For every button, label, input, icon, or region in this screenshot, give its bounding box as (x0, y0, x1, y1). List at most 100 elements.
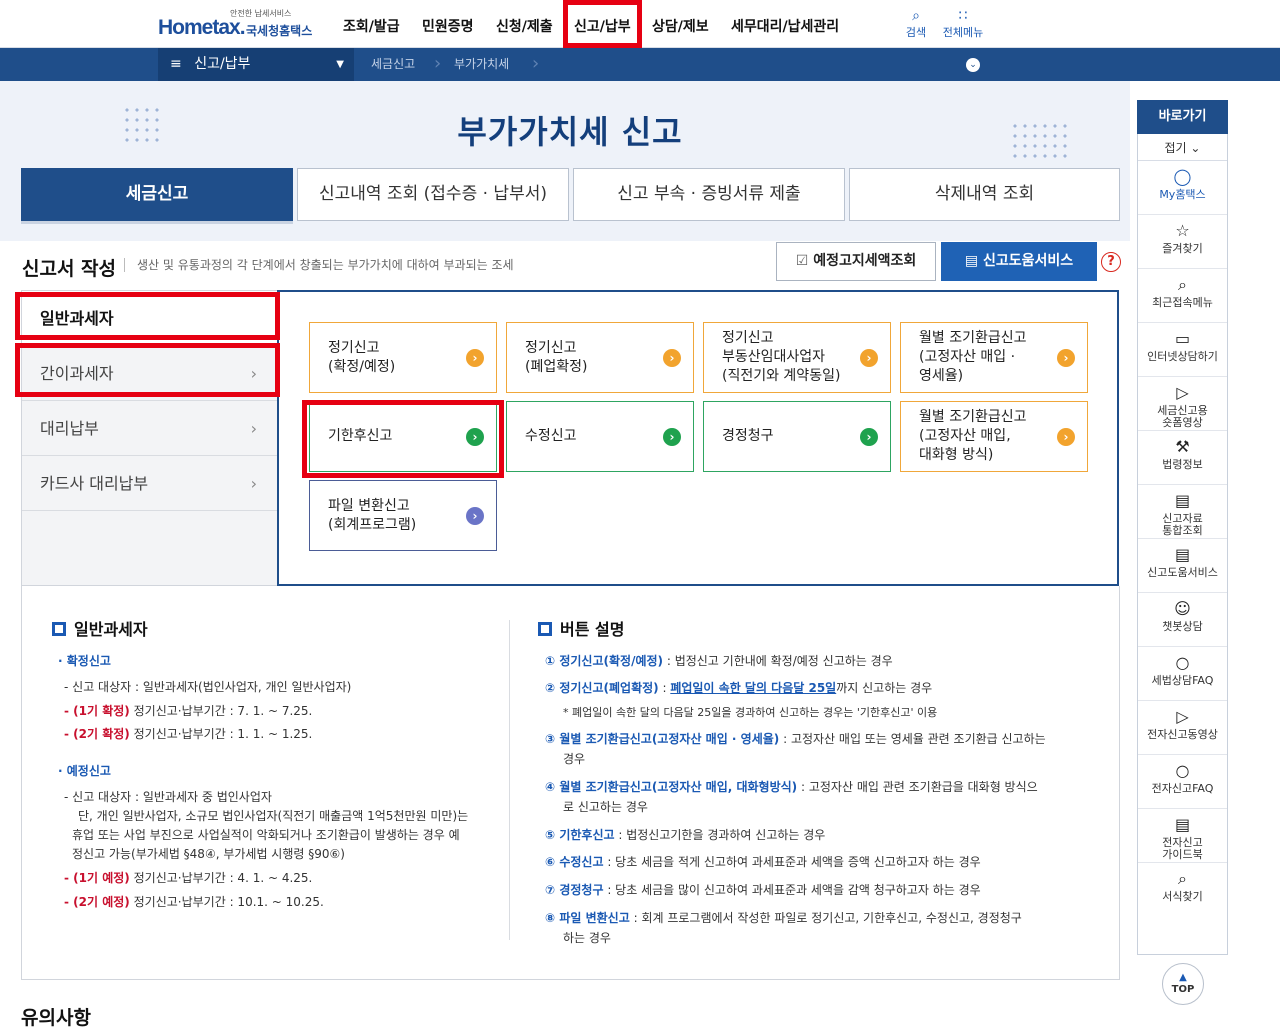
quick-recent-menu[interactable]: ⌕ 최근접속메뉴 (1138, 269, 1227, 323)
desc-item-5: ⑤ 기한후신고 : 법정신고기한을 경과하여 신고하는 경우 (545, 828, 826, 842)
quick-data-inquiry[interactable]: ▤ 신고자료 통합조회 (1138, 485, 1227, 539)
card-monthly-refund-report[interactable]: 월별 조기환급신고 (고정자산 매입 · 영세율) › (900, 322, 1088, 393)
nav-label: 카드사 대리납부 (40, 474, 149, 493)
confirm-target: - 신고 대상자 : 일반과세자(법인사업자, 개인 일반사업자) (64, 680, 352, 694)
desc-item-8: ⑧ 파일 변환신고 : 회계 프로그램에서 작성한 파일로 정기신고, 기한후신… (545, 911, 1022, 925)
card-line: 월별 조기환급신고 (919, 330, 1027, 346)
button-description-heading: 버튼 설명 (538, 616, 624, 640)
nav-proxy-payment[interactable]: 대리납부 › (22, 401, 279, 456)
search-icon: ⌕ (1178, 869, 1187, 888)
highlight-general-taxpayer (15, 292, 280, 340)
hometax-logo[interactable]: 안전한 납세서비스 Hometax. 국세청홈택스 (158, 8, 318, 42)
all-menu-button[interactable]: ∷ 전체메뉴 (940, 8, 986, 40)
line-text: 정기신고·납부기간 : 4. 1. ~ 4.25. (133, 871, 313, 885)
card-line: 수정신고 (525, 428, 577, 444)
card-line: (폐업확정) (525, 358, 588, 375)
book-icon: ▤ (1174, 545, 1191, 564)
sub-navigation: ≡ 신고/납부 ▼ 세금신고 › 부가가치세 › ⌄ (0, 48, 1280, 81)
card-amended-report[interactable]: 수정신고 › (506, 401, 694, 472)
card-line: 정기신고 (722, 330, 774, 346)
nav-card-proxy-payment[interactable]: 카드사 대리납부 › (22, 456, 279, 511)
card-line: 월별 조기환급신고 (919, 409, 1027, 425)
general-taxpayer-heading: 일반과세자 (52, 616, 148, 640)
desc-item-2: ② 정기신고(폐업확정) : 폐업일이 속한 달의 다음달 25일까지 신고하는… (545, 681, 933, 695)
arrow-right-icon: › (466, 349, 484, 367)
speech-bubble-icon: ○ (1175, 761, 1190, 780)
confirm-period-1: - (1기 확정) 정기신고·납부기간 : 7. 1. ~ 7.25. (64, 704, 313, 718)
chevron-right-icon: › (250, 474, 257, 493)
desc-item-8-cont: 하는 경우 (563, 931, 611, 945)
help-service-button[interactable]: ▤ 신고도움서비스 (941, 242, 1097, 281)
highlight-late-report (302, 400, 504, 478)
search-button[interactable]: ⌕ 검색 (894, 8, 938, 40)
quick-online-consult[interactable]: ▭ 인터넷상담하기 (1138, 323, 1227, 377)
search-label: 검색 (905, 26, 927, 39)
breadcrumb-vat[interactable]: 부가가치세 (454, 48, 509, 81)
menu-consult-report[interactable]: 상담/제보 (652, 16, 709, 36)
menu-inquiry-issue[interactable]: 조회/발급 (343, 16, 400, 36)
square-bullet-icon (538, 622, 552, 636)
quick-shortform-video[interactable]: ▷ 세금신고용 숏폼영상 (1138, 377, 1227, 431)
title-text: 예정신고 (66, 764, 111, 778)
collapse-button[interactable]: 접기 ⌄ (1138, 135, 1227, 161)
speech-bubble-icon: ○ (1175, 653, 1190, 672)
heading-text: 일반과세자 (74, 620, 148, 639)
tab-attachments[interactable]: 신고 부속 · 증빙서류 제출 (573, 168, 845, 221)
card-regular-report[interactable]: 정기신고 (확정/예정) › (309, 322, 497, 393)
current-menu-select[interactable]: ≡ 신고/납부 ▼ (158, 48, 354, 81)
chevron-down-icon: ⌄ (1190, 141, 1201, 155)
quick-help-service[interactable]: ▤ 신고도움서비스 (1138, 539, 1227, 593)
prelim-line-4: 정신고 가능(부가세법 §48④, 부가세법 시행령 §90⑥) (72, 847, 345, 861)
period-tag: (1기 확정) (73, 704, 130, 718)
help-service-label: 신고도움서비스 (982, 253, 1074, 269)
quick-efiling-faq[interactable]: ○ 전자신고FAQ (1138, 755, 1227, 809)
book-icon: ▤ (964, 253, 979, 269)
menu-civil-certificate[interactable]: 민원증명 (422, 16, 474, 36)
tab-deleted-history[interactable]: 삭제내역 조회 (849, 168, 1120, 221)
line-text: 신고 대상자 : 일반과세자 중 법인사업자 (72, 790, 272, 804)
scroll-top-button[interactable]: ▲ TOP (1162, 963, 1204, 1005)
book-icon: ▤ (1174, 815, 1191, 834)
notice-tax-button[interactable]: ☑ 예정고지세액조회 (776, 242, 936, 281)
menu-tax-agent[interactable]: 세무대리/납세관리 (731, 16, 839, 36)
menu-apply-submit[interactable]: 신청/제출 (496, 16, 553, 36)
book-icon: ▤ (1174, 491, 1191, 510)
card-regular-closure-report[interactable]: 정기신고 (폐업확정) › (506, 322, 694, 393)
prelim-report-title: · 예정신고 (58, 764, 111, 778)
card-regular-rental-report[interactable]: 정기신고 부동산임대사업자 (직전기와 계약동일) › (703, 322, 891, 393)
person-icon: ◯ (1173, 167, 1192, 186)
tab-tax-report[interactable]: 세금신고 (21, 168, 293, 221)
chatbot-icon: ☺ (1174, 599, 1191, 618)
card-line: 정기신고 (525, 339, 577, 356)
star-icon: ☆ (1175, 221, 1190, 240)
desc-item-4-cont: 로 신고하는 경우 (563, 800, 648, 814)
line-text: 신고 대상자 : 일반과세자(법인사업자, 개인 일반사업자) (72, 680, 352, 694)
confirm-period-2: - (2기 확정) 정기신고·납부기간 : 1. 1. ~ 1.25. (64, 727, 313, 741)
line-text: 정기신고·납부기간 : 1. 1. ~ 1.25. (133, 727, 313, 741)
card-line: 대화형 방식) (919, 447, 994, 463)
desc-item-4: ④ 월별 조기환급신고(고정자산 매입, 대화형방식) : 고정자산 매입 관련… (545, 780, 1038, 794)
quick-chatbot[interactable]: ☺ 챗봇상담 (1138, 593, 1227, 647)
quick-form-search[interactable]: ⌕ 서식찾기 (1138, 863, 1227, 917)
quick-favorites[interactable]: ☆ 즐겨찾기 (1138, 215, 1227, 269)
card-line: (확정/예정) (328, 358, 396, 375)
tab-report-history[interactable]: 신고내역 조회 (접수증 · 납부서) (297, 168, 569, 221)
quick-efiling-video[interactable]: ▷ 전자신고동영상 (1138, 701, 1227, 755)
card-line: 파일 변환신고 (328, 497, 410, 514)
card-correction-claim[interactable]: 경정청구 › (703, 401, 891, 472)
breadcrumb-tax-report[interactable]: 세금신고 (371, 48, 415, 81)
chevron-down-icon[interactable]: ⌄ (966, 58, 980, 72)
breadcrumb-separator-icon: › (434, 53, 442, 74)
quick-efiling-guide[interactable]: ▤ 전자신고 가이드북 (1138, 809, 1227, 863)
help-question-icon[interactable]: ? (1101, 252, 1121, 272)
desc-item-3-cont: 경우 (563, 752, 586, 766)
quick-my-hometax[interactable]: ◯ My홈택스 (1138, 161, 1227, 215)
card-monthly-refund-interactive[interactable]: 월별 조기환급신고 (고정자산 매입, 대화형 방식) › (900, 401, 1088, 472)
quick-law-info[interactable]: ⚒ 법령정보 (1138, 431, 1227, 485)
quick-tax-faq[interactable]: ○ 세법상담FAQ (1138, 647, 1227, 701)
card-file-conversion-report[interactable]: 파일 변환신고 (회계프로그램) › (309, 480, 497, 551)
nav-label: 대리납부 (40, 419, 99, 438)
highlight-report-pay-menu (563, 0, 642, 48)
period-tag: (2기 확정) (73, 727, 130, 741)
period-tag: (1기 예정) (73, 871, 130, 885)
